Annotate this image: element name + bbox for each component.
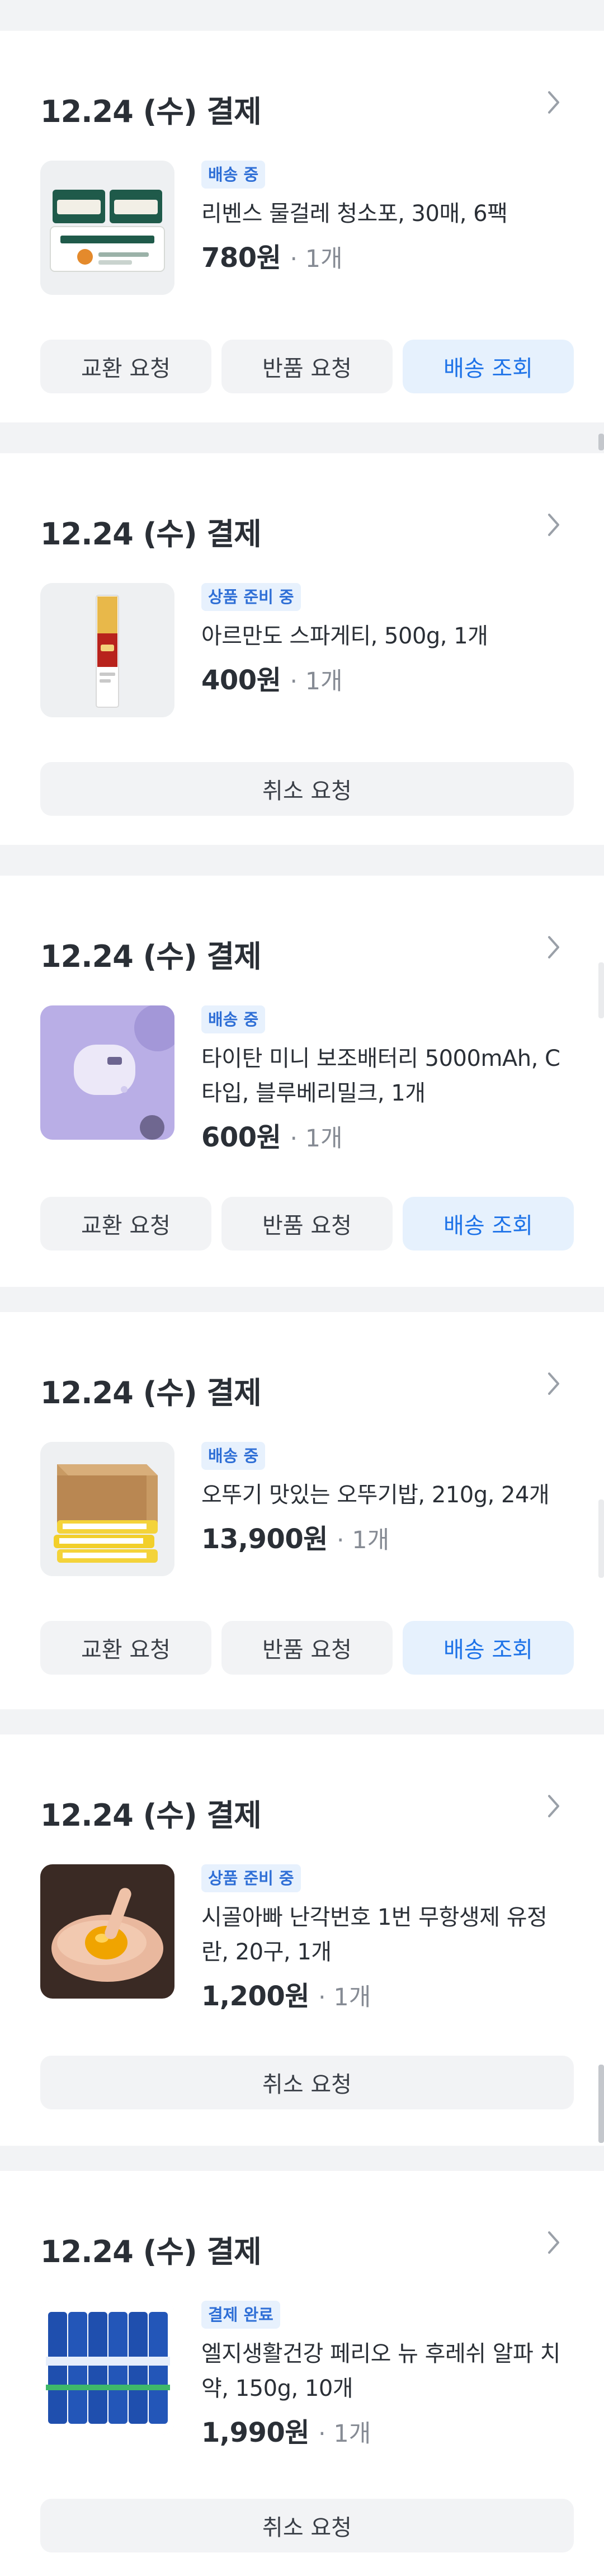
product-price: 780원: [201, 242, 281, 274]
order-date: 12.24 (수) 결제: [40, 2234, 262, 2269]
product-price: 600원: [201, 1122, 281, 1153]
order-card: 12.24 (수) 결제 결제 완료 엘지생활건강 페리오 뉴 후레쉬 알파 치…: [0, 2171, 604, 2576]
status-badge: 상품 준비 중: [201, 583, 301, 611]
exchange-request-button[interactable]: 교환 요청: [40, 340, 211, 393]
product-info: 배송 중 오뚜기 맛있는 오뚜기밥, 210g, 24개 13,900원 · 1개: [201, 1442, 570, 1556]
product-title[interactable]: 타이탄 미니 보조배터리 5000mAh, C타입, 블루베리밀크, 1개: [201, 1041, 570, 1111]
return-request-button[interactable]: 반품 요청: [221, 340, 393, 393]
product-price: 400원: [201, 665, 281, 696]
order-card: 12.24 (수) 결제 상품 준비 중 시골아빠 난각번호 1번 무항생제 유…: [0, 1734, 604, 2146]
status-badge: 배송 중: [201, 161, 266, 189]
product-title[interactable]: 오뚜기 맛있는 오뚜기밥, 210g, 24개: [201, 1478, 570, 1512]
order-actions: 취소 요청: [40, 762, 574, 816]
exchange-request-button[interactable]: 교환 요청: [40, 1621, 211, 1675]
scrollbar-thumb[interactable]: [598, 2065, 604, 2143]
order-card: 12.24 (수) 결제 배송 중 리벤스 물걸레 청소포, 30매, 6팩 7…: [0, 31, 604, 422]
order-actions: 취소 요청: [40, 2056, 574, 2109]
order-date: 12.24 (수) 결제: [40, 939, 262, 974]
cancel-request-button[interactable]: 취소 요청: [40, 762, 574, 816]
track-delivery-button[interactable]: 배송 조회: [403, 340, 574, 393]
order-actions: 교환 요청 반품 요청 배송 조회: [40, 1621, 574, 1675]
cancel-request-button[interactable]: 취소 요청: [40, 2499, 574, 2553]
product-quantity: · 1개: [318, 1983, 371, 2011]
order-list: 12.24 (수) 결제 배송 중 리벤스 물걸레 청소포, 30매, 6팩 7…: [0, 0, 604, 2576]
product-image-egg-yolk[interactable]: [40, 1864, 174, 1999]
product-title[interactable]: 아르만도 스파게티, 500g, 1개: [201, 619, 570, 654]
order-actions: 교환 요청 반품 요청 배송 조회: [40, 1197, 574, 1251]
chevron-right-icon[interactable]: [542, 1789, 565, 1823]
product-info: 결제 완료 엘지생활건강 페리오 뉴 후레쉬 알파 치약, 150g, 10개 …: [201, 2301, 570, 2450]
order-card: 12.24 (수) 결제 배송 중 오뚜기 맛있는 오뚜기밥, 210g, 24…: [0, 1312, 604, 1709]
product-price: 1,200원: [201, 1981, 310, 2012]
product-quantity: · 1개: [290, 245, 343, 273]
chevron-right-icon[interactable]: [542, 1367, 565, 1400]
product-quantity: · 1개: [290, 1125, 343, 1153]
scrollbar-track-mark: [598, 962, 604, 1018]
exchange-request-button[interactable]: 교환 요청: [40, 1197, 211, 1251]
status-badge: 배송 중: [201, 1005, 266, 1033]
status-badge: 결제 완료: [201, 2301, 280, 2329]
product-image-rice-box[interactable]: [40, 1442, 174, 1576]
cancel-request-button[interactable]: 취소 요청: [40, 2056, 574, 2109]
return-request-button[interactable]: 반품 요청: [221, 1197, 393, 1251]
chevron-right-icon[interactable]: [542, 930, 565, 964]
return-request-button[interactable]: 반품 요청: [221, 1621, 393, 1675]
product-price: 1,990원: [201, 2417, 310, 2448]
product-info: 상품 준비 중 시골아빠 난각번호 1번 무항생제 유정란, 20구, 1개 1…: [201, 1864, 570, 2013]
order-date: 12.24 (수) 결제: [40, 1798, 262, 1833]
product-info: 상품 준비 중 아르만도 스파게티, 500g, 1개 400원 · 1개: [201, 583, 570, 697]
product-image-spaghetti[interactable]: [40, 583, 174, 717]
status-badge: 상품 준비 중: [201, 1864, 301, 1892]
chevron-right-icon[interactable]: [542, 508, 565, 542]
product-quantity: · 1개: [290, 667, 343, 695]
product-title[interactable]: 리벤스 물걸레 청소포, 30매, 6팩: [201, 196, 570, 231]
product-price: 13,900원: [201, 1524, 328, 1555]
order-actions: 교환 요청 반품 요청 배송 조회: [40, 340, 574, 393]
track-delivery-button[interactable]: 배송 조회: [403, 1197, 574, 1251]
order-date: 12.24 (수) 결제: [40, 1375, 262, 1411]
track-delivery-button[interactable]: 배송 조회: [403, 1621, 574, 1675]
product-quantity: · 1개: [336, 1526, 390, 1554]
status-badge: 배송 중: [201, 1442, 266, 1470]
product-title[interactable]: 시골아빠 난각번호 1번 무항생제 유정란, 20구, 1개: [201, 1900, 570, 1969]
product-info: 배송 중 리벤스 물걸레 청소포, 30매, 6팩 780원 · 1개: [201, 161, 570, 275]
chevron-right-icon[interactable]: [542, 2226, 565, 2259]
product-image-power-bank[interactable]: [40, 1005, 174, 1140]
order-date: 12.24 (수) 결제: [40, 516, 262, 552]
order-card: 12.24 (수) 결제 배송 중 타이탄 미니 보조배터리 5000mAh, …: [0, 876, 604, 1287]
chevron-right-icon[interactable]: [542, 86, 565, 119]
product-info: 배송 중 타이탄 미니 보조배터리 5000mAh, C타입, 블루베리밀크, …: [201, 1005, 570, 1154]
product-quantity: · 1개: [318, 2420, 371, 2448]
order-date: 12.24 (수) 결제: [40, 94, 262, 129]
product-image-toothpaste[interactable]: [40, 2301, 174, 2435]
product-title[interactable]: 엘지생활건강 페리오 뉴 후레쉬 알파 치약, 150g, 10개: [201, 2337, 570, 2406]
scrollbar-thumb[interactable]: [598, 434, 604, 450]
scrollbar-track-mark: [598, 1499, 604, 1578]
order-card: 12.24 (수) 결제 상품 준비 중 아르만도 스파게티, 500g, 1개…: [0, 453, 604, 845]
product-image-mop-pads[interactable]: [40, 161, 174, 295]
order-actions: 취소 요청: [40, 2499, 574, 2553]
